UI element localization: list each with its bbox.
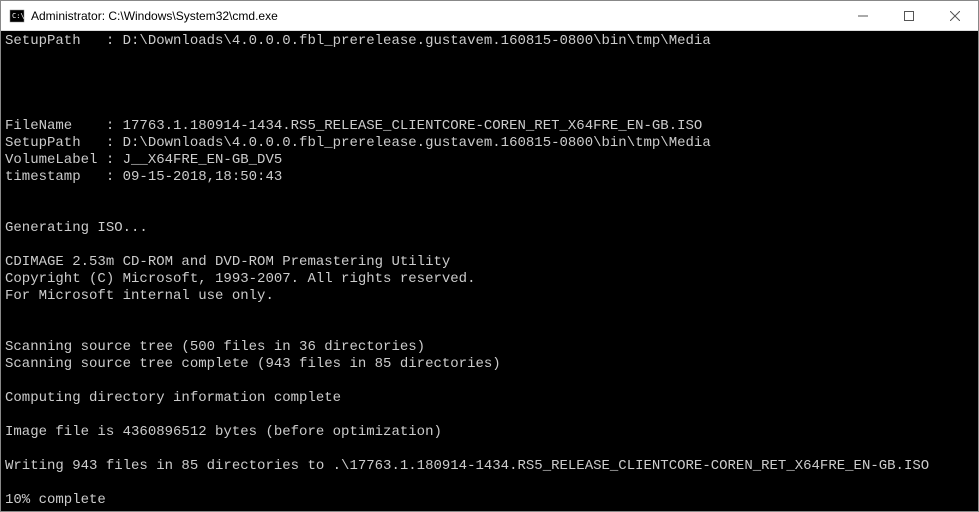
- terminal-output[interactable]: SetupPath : D:\Downloads\4.0.0.0.fbl_pre…: [1, 31, 978, 511]
- minimize-button[interactable]: [840, 1, 886, 30]
- svg-text:C:\: C:\: [12, 12, 25, 20]
- window-controls: [840, 1, 978, 30]
- window-titlebar[interactable]: C:\ Administrator: C:\Windows\System32\c…: [1, 1, 978, 31]
- maximize-button[interactable]: [886, 1, 932, 30]
- close-button[interactable]: [932, 1, 978, 30]
- window-title: Administrator: C:\Windows\System32\cmd.e…: [31, 9, 840, 23]
- cmd-icon: C:\: [9, 8, 25, 24]
